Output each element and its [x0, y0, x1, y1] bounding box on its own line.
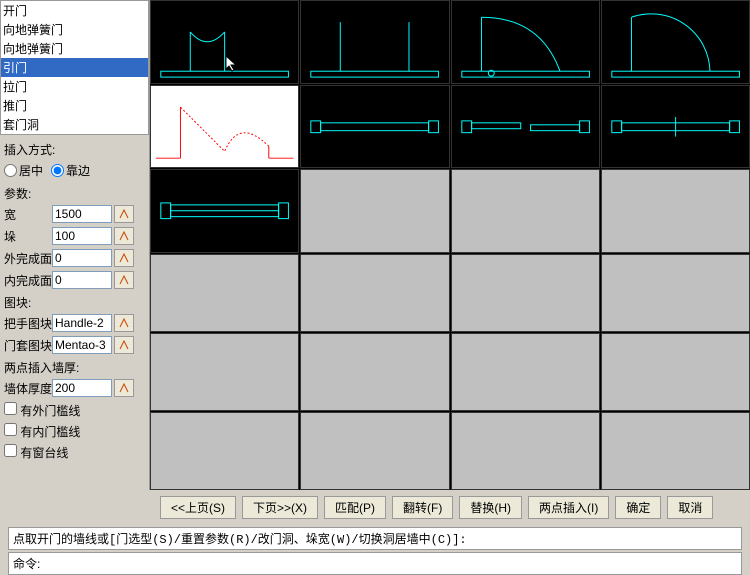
- preview-cell-empty: [601, 412, 750, 490]
- wall-label: 墙体厚度: [2, 380, 52, 397]
- tree-item[interactable]: 开门: [1, 1, 148, 20]
- door-type-list: 开门 向地弹簧门 向地弹簧门 引门 拉门 推门 套门洞: [0, 0, 149, 135]
- preview-cell-empty: [451, 254, 600, 332]
- tree-item[interactable]: 向地弹簧门: [1, 39, 148, 58]
- command-prompt[interactable]: 命令:: [8, 552, 742, 575]
- window-sill-check[interactable]: 有窗台线: [4, 446, 68, 460]
- duo-input[interactable]: [52, 227, 112, 245]
- next-page-button[interactable]: 下页>>(X): [242, 496, 318, 519]
- preview-cell-empty: [451, 412, 600, 490]
- wall-input[interactable]: [52, 379, 112, 397]
- preview-cell-empty: [451, 333, 600, 411]
- pick-button[interactable]: [114, 271, 134, 289]
- pick-button[interactable]: [114, 314, 134, 332]
- cursor-icon: [225, 55, 239, 76]
- tree-item[interactable]: 向地弹簧门: [1, 20, 148, 39]
- insert-mode-label: 插入方式:: [2, 141, 147, 158]
- preview-cell[interactable]: [601, 85, 750, 169]
- wall-header: 两点插入墙厚:: [2, 359, 147, 376]
- params-header: 参数:: [2, 185, 147, 202]
- tree-item-selected[interactable]: 引门: [1, 58, 148, 77]
- preview-cell-empty: [150, 254, 299, 332]
- preview-cell[interactable]: [150, 169, 299, 253]
- blocks-header: 图块:: [2, 294, 147, 311]
- inner-input[interactable]: [52, 271, 112, 289]
- handle-label: 把手图块: [2, 315, 52, 332]
- ok-button[interactable]: 确定: [615, 496, 661, 519]
- radio-edge[interactable]: 靠边: [51, 162, 90, 179]
- door-preview-grid: [150, 0, 750, 490]
- preview-cell-selected[interactable]: [150, 85, 299, 169]
- pick-button[interactable]: [114, 205, 134, 223]
- preview-cell-empty: [300, 333, 449, 411]
- pick-button[interactable]: [114, 336, 134, 354]
- outer-label: 外完成面: [2, 250, 52, 267]
- tree-item[interactable]: 套门洞: [1, 115, 148, 134]
- pick-button[interactable]: [114, 249, 134, 267]
- replace-button[interactable]: 替换(H): [459, 496, 522, 519]
- duo-label: 垛: [2, 228, 52, 245]
- outer-sill-check[interactable]: 有外门槛线: [4, 404, 80, 418]
- radio-center[interactable]: 居中: [4, 162, 43, 179]
- mentao-input[interactable]: [52, 336, 112, 354]
- mentao-label: 门套图块: [2, 337, 52, 354]
- pick-button[interactable]: [114, 379, 134, 397]
- preview-cell-empty: [300, 169, 449, 253]
- preview-cell[interactable]: [451, 85, 600, 169]
- preview-cell-empty: [451, 169, 600, 253]
- preview-cell[interactable]: [451, 0, 600, 84]
- outer-input[interactable]: [52, 249, 112, 267]
- width-input[interactable]: [52, 205, 112, 223]
- preview-cell-empty: [300, 254, 449, 332]
- preview-cell-empty: [601, 333, 750, 411]
- preview-cell-empty: [300, 412, 449, 490]
- inner-label: 内完成面: [2, 272, 52, 289]
- preview-cell-empty: [150, 412, 299, 490]
- preview-cell-empty: [601, 169, 750, 253]
- width-label: 宽: [2, 206, 52, 223]
- button-bar: <<上页(S) 下页>>(X) 匹配(P) 翻转(F) 替换(H) 两点插入(I…: [0, 490, 750, 525]
- pick-button[interactable]: [114, 227, 134, 245]
- preview-cell-empty: [150, 333, 299, 411]
- preview-cell-empty: [601, 254, 750, 332]
- cancel-button[interactable]: 取消: [667, 496, 713, 519]
- tree-item[interactable]: 拉门: [1, 77, 148, 96]
- tree-item[interactable]: 推门: [1, 96, 148, 115]
- prev-page-button[interactable]: <<上页(S): [160, 496, 236, 519]
- command-line[interactable]: 点取开门的墙线或[门选型(S)/重置参数(R)/改门洞、垛宽(W)/切换洞居墙中…: [8, 527, 742, 550]
- inner-sill-check[interactable]: 有内门槛线: [4, 425, 80, 439]
- preview-cell[interactable]: [601, 0, 750, 84]
- sidebar: 开门 向地弹簧门 向地弹簧门 引门 拉门 推门 套门洞 插入方式: 居中 靠边 …: [0, 0, 150, 490]
- preview-cell[interactable]: [300, 0, 449, 84]
- match-button[interactable]: 匹配(P): [324, 496, 386, 519]
- preview-cell[interactable]: [300, 85, 449, 169]
- handle-input[interactable]: [52, 314, 112, 332]
- flip-button[interactable]: 翻转(F): [392, 496, 453, 519]
- two-point-button[interactable]: 两点插入(I): [528, 496, 609, 519]
